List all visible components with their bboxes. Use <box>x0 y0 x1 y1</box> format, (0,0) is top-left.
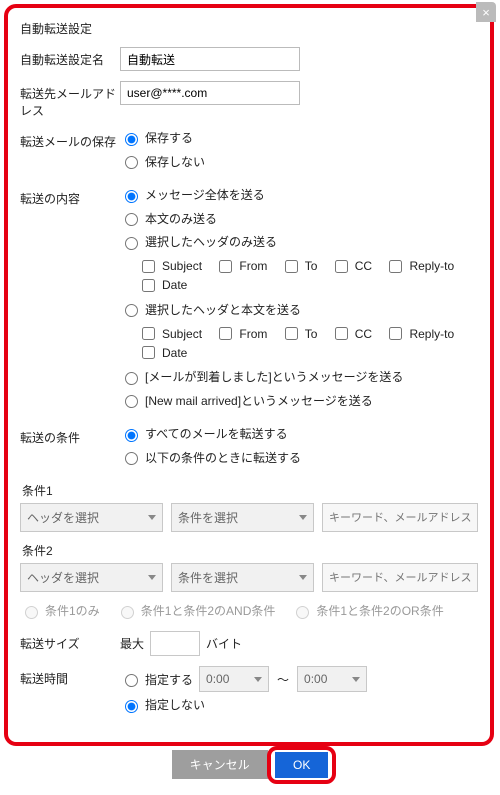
radio-nosave[interactable]: 保存しない <box>120 153 205 170</box>
radio-enmsg[interactable]: [New mail arrived]というメッセージを送る <box>120 392 373 409</box>
chk-from-2[interactable]: From <box>215 324 267 343</box>
chk-subject-2[interactable]: Subject <box>138 324 202 343</box>
close-icon[interactable]: × <box>476 2 496 22</box>
radio-cond-all[interactable]: すべてのメールを転送する <box>120 425 288 442</box>
content-label: 転送の内容 <box>20 186 120 207</box>
chk-to-1[interactable]: To <box>281 257 318 276</box>
radio-logic-or[interactable]: 条件1と条件2のOR条件 <box>291 602 443 619</box>
radio-save[interactable]: 保存する <box>120 129 193 146</box>
cancel-button[interactable]: キャンセル <box>172 750 268 779</box>
header-checks-1: Subject From To CC Reply-to Date <box>120 257 478 295</box>
chk-cc-2[interactable]: CC <box>331 324 372 343</box>
cond1-header-select[interactable]: ヘッダを選択 <box>20 503 163 532</box>
name-label: 自動転送設定名 <box>20 47 120 68</box>
cond2-keyword-input[interactable] <box>322 563 478 592</box>
dialog-title: 自動転送設定 <box>20 20 478 37</box>
radio-logic-only1[interactable]: 条件1のみ <box>20 602 100 619</box>
tilde: ～ <box>275 671 291 688</box>
cond-label: 転送の条件 <box>20 425 120 446</box>
chk-date-1[interactable]: Date <box>138 276 187 295</box>
cond2-title: 条件2 <box>22 542 478 559</box>
chevron-down-icon <box>352 677 360 682</box>
chk-from-1[interactable]: From <box>215 257 267 276</box>
to-input[interactable] <box>120 81 300 105</box>
cond1-title: 条件1 <box>22 482 478 499</box>
chk-replyto-2[interactable]: Reply-to <box>385 324 454 343</box>
size-input[interactable] <box>150 631 200 656</box>
chk-subject-1[interactable]: Subject <box>138 257 202 276</box>
cond1-cond-select[interactable]: 条件を選択 <box>171 503 314 532</box>
radio-cond-when[interactable]: 以下の条件のときに転送する <box>120 449 301 466</box>
chk-to-2[interactable]: To <box>281 324 318 343</box>
time-from-select[interactable]: 0:00 <box>199 666 269 692</box>
chevron-down-icon <box>299 515 307 520</box>
size-unit-label: バイト <box>206 635 242 652</box>
radio-logic-and[interactable]: 条件1と条件2のAND条件 <box>116 602 276 619</box>
time-to-select[interactable]: 0:00 <box>297 666 367 692</box>
radio-time-nospecify[interactable]: 指定しない <box>120 696 205 713</box>
chevron-down-icon <box>148 575 156 580</box>
radio-jpmsg[interactable]: [メールが到着しました]というメッセージを送る <box>120 368 403 385</box>
chevron-down-icon <box>254 677 262 682</box>
cond1-keyword-input[interactable] <box>322 503 478 532</box>
button-bar: キャンセル OK <box>0 750 500 779</box>
chevron-down-icon <box>299 575 307 580</box>
chk-cc-1[interactable]: CC <box>331 257 372 276</box>
to-label: 転送先メールアドレス <box>20 81 120 119</box>
radio-sel-header-body[interactable]: 選択したヘッダと本文を送る <box>120 301 301 318</box>
header-checks-2: Subject From To CC Reply-to Date <box>120 324 478 362</box>
save-label: 転送メールの保存 <box>20 129 120 150</box>
chk-date-2[interactable]: Date <box>138 343 187 362</box>
autoforward-settings-dialog: × 自動転送設定 自動転送設定名 転送先メールアドレス 転送メールの保存 保存す… <box>4 4 494 746</box>
ok-button[interactable]: OK <box>275 752 328 778</box>
chk-replyto-1[interactable]: Reply-to <box>385 257 454 276</box>
cond2-cond-select[interactable]: 条件を選択 <box>171 563 314 592</box>
cond2-header-select[interactable]: ヘッダを選択 <box>20 563 163 592</box>
chevron-down-icon <box>148 515 156 520</box>
size-max-label: 最大 <box>120 635 144 652</box>
time-label: 転送時間 <box>20 666 120 687</box>
name-input[interactable] <box>120 47 300 71</box>
radio-body[interactable]: 本文のみ送る <box>120 210 217 227</box>
radio-time-specify[interactable]: 指定する <box>120 671 193 688</box>
size-label: 転送サイズ <box>20 631 120 652</box>
radio-whole[interactable]: メッセージ全体を送る <box>120 186 265 203</box>
radio-sel-header[interactable]: 選択したヘッダのみ送る <box>120 233 277 250</box>
